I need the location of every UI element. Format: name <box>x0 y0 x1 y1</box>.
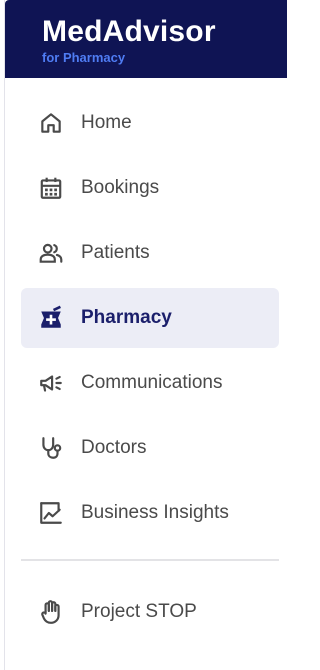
users-icon <box>37 239 65 267</box>
nav-item-business-insights[interactable]: Business Insights <box>21 483 279 543</box>
nav-item-communications[interactable]: Communications <box>21 353 279 413</box>
nav-label-business-insights: Business Insights <box>81 502 229 523</box>
sidebar: MedAdvisor for Pharmacy Home Bookings Pa… <box>4 0 287 670</box>
nav-item-project-stop[interactable]: Project STOP <box>21 582 279 642</box>
nav-item-patients[interactable]: Patients <box>21 223 279 283</box>
stethoscope-icon <box>37 434 65 462</box>
brand-logo-name: MedAdvisor <box>42 15 216 48</box>
insights-chart-icon <box>37 499 65 527</box>
nav-item-home[interactable]: Home <box>21 93 279 153</box>
megaphone-icon <box>37 369 65 397</box>
hand-stop-icon <box>37 598 65 626</box>
nav-item-bookings[interactable]: Bookings <box>21 158 279 218</box>
nav-label-doctors: Doctors <box>81 437 147 458</box>
pharmacy-icon <box>37 304 65 332</box>
nav-label-project-stop: Project STOP <box>81 601 197 622</box>
calendar-icon <box>37 174 65 202</box>
nav-label-communications: Communications <box>81 372 223 393</box>
nav-label-home: Home <box>81 112 132 133</box>
home-icon <box>37 109 65 137</box>
nav-item-pharmacy[interactable]: Pharmacy <box>21 288 279 348</box>
brand-header[interactable]: MedAdvisor for Pharmacy <box>5 0 287 78</box>
nav-label-bookings: Bookings <box>81 177 160 198</box>
nav-item-doctors[interactable]: Doctors <box>21 418 279 478</box>
nav-label-pharmacy: Pharmacy <box>81 307 172 328</box>
nav-divider <box>21 559 279 561</box>
nav-label-patients: Patients <box>81 242 150 263</box>
brand-logo-subtitle: for Pharmacy <box>42 50 126 65</box>
